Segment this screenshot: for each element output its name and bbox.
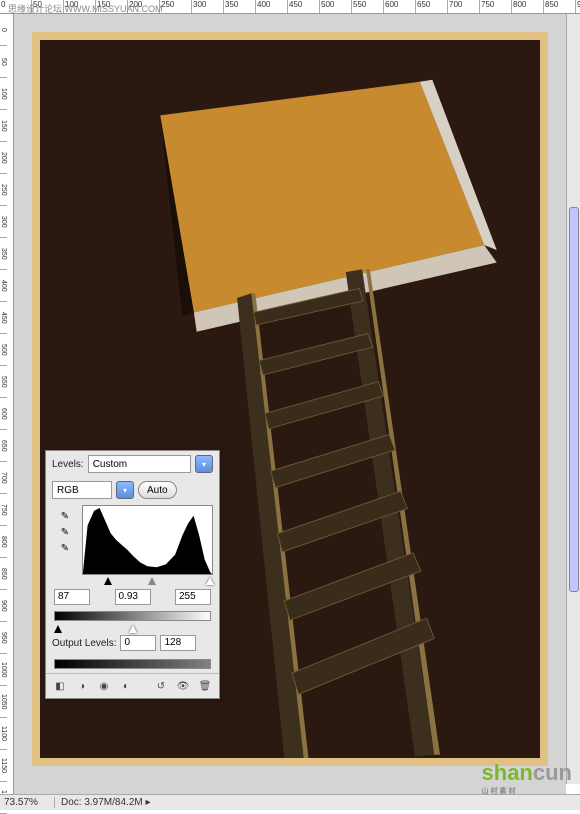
channel-dropdown-icon[interactable]: ▾: [116, 481, 134, 499]
input-gradient: [54, 611, 211, 621]
output-white-handle[interactable]: [129, 625, 137, 633]
auto-button[interactable]: Auto: [138, 481, 177, 499]
input-white-handle[interactable]: [206, 577, 214, 585]
output-gradient: [54, 659, 211, 669]
output-black-handle[interactable]: [54, 625, 62, 633]
scrollbar-vertical[interactable]: [566, 14, 580, 784]
reset-icon[interactable]: ↺: [153, 678, 169, 694]
shancun-watermark: shancun 山村素材: [482, 760, 572, 796]
visibility-icon[interactable]: 👁: [175, 678, 191, 694]
output-slider[interactable]: [54, 625, 211, 635]
doc-size: 3.97M/84.2M: [84, 797, 142, 808]
input-white-field[interactable]: 255: [175, 589, 211, 605]
input-slider[interactable]: [54, 577, 211, 587]
input-black-handle[interactable]: [104, 577, 112, 585]
channel-select[interactable]: RGB: [52, 481, 112, 499]
source-watermark: 思缘设计论坛 WWW.MISSYUAN.COM: [8, 2, 163, 15]
doc-label: Doc:: [61, 797, 82, 808]
prev-icon[interactable]: ◐: [118, 678, 134, 694]
trash-icon[interactable]: 🗑: [197, 678, 213, 694]
preset-dropdown-icon[interactable]: ▾: [195, 455, 213, 473]
view-icon[interactable]: ◉: [96, 678, 112, 694]
scroll-thumb[interactable]: [569, 207, 579, 592]
clip-icon[interactable]: ◑: [74, 678, 90, 694]
input-black-field[interactable]: 87: [54, 589, 90, 605]
eyedropper-gray-icon[interactable]: ✎: [56, 525, 74, 539]
eyedropper-black-icon[interactable]: ✎: [56, 509, 74, 523]
preset-select[interactable]: Custom: [88, 455, 191, 473]
levels-label: Levels:: [52, 459, 84, 470]
eyedropper-group: ✎ ✎ ✎: [52, 505, 78, 575]
histogram[interactable]: [82, 505, 213, 575]
eyedropper-white-icon[interactable]: ✎: [56, 541, 74, 555]
adjustment-icon[interactable]: ◧: [52, 678, 68, 694]
output-black-field[interactable]: 0: [120, 635, 156, 651]
zoom-level[interactable]: 73.57%: [0, 797, 55, 808]
levels-panel[interactable]: Levels: Custom ▾ RGB ▾ Auto ✎ ✎ ✎ 87 0.9…: [45, 450, 220, 699]
panel-icon-row: ◧ ◑ ◉ ◐ ↺ 👁 🗑: [46, 673, 219, 698]
output-label: Output Levels:: [52, 638, 116, 649]
input-gamma-handle[interactable]: [148, 577, 156, 585]
chevron-right-icon[interactable]: ▸: [146, 797, 151, 808]
output-white-field[interactable]: 128: [160, 635, 196, 651]
doc-info[interactable]: Doc: 3.97M/84.2M ▸: [55, 797, 580, 808]
input-gamma-field[interactable]: 0.93: [115, 589, 151, 605]
status-bar: 73.57% Doc: 3.97M/84.2M ▸: [0, 794, 580, 810]
ruler-vertical: 0501001502002503003504004505005506006507…: [0, 14, 14, 798]
